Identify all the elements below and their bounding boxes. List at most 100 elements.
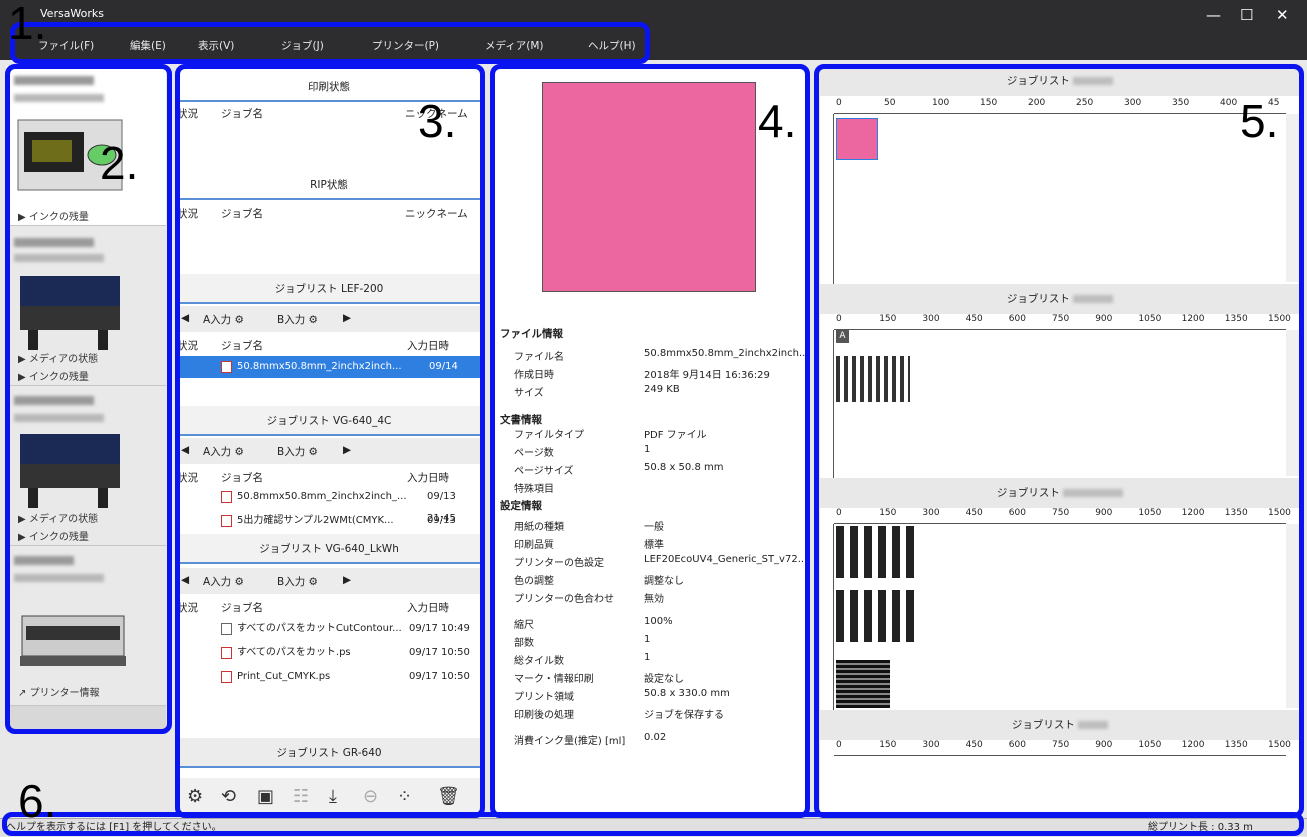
tab-left-arrow[interactable]: ◀: [181, 312, 189, 324]
col-status: 状況: [177, 340, 198, 352]
info-value: 1: [644, 634, 651, 645]
scrollbar[interactable]: [1286, 524, 1300, 708]
tab-b-input[interactable]: B入力 ⚙: [277, 312, 318, 327]
job-date: 09/17 10:49: [409, 623, 470, 634]
layout-thumbnail[interactable]: [836, 356, 910, 402]
media-status-link[interactable]: ▶ メディアの状態: [18, 510, 98, 525]
table-row[interactable]: 50.8mmx50.8mm_2inchx2inch_... 09/13 21:4…: [177, 486, 481, 524]
joblist-title: ジョブリスト GR-640: [276, 747, 382, 759]
printer-card[interactable]: ↗ プリンター情報: [6, 546, 166, 706]
layout-header[interactable]: ジョブリスト: [820, 478, 1300, 508]
ruler-tick-label: 900: [1095, 740, 1113, 750]
printer-status-blurred: [14, 94, 104, 102]
job-name: 50.8mmx50.8mm_2inchx2inch...: [237, 361, 402, 372]
table-row[interactable]: Print_Cut_CMYK.ps 09/17 10:50: [177, 666, 481, 688]
queue-tabs: ◀ A入力 ⚙ B入力 ⚙ ▶: [177, 568, 481, 594]
layout-header[interactable]: ジョブリスト: [820, 284, 1300, 314]
menu-edit[interactable]: 編集(E): [130, 38, 166, 53]
printer-card[interactable]: ▶ メディアの状態 ▶ インクの残量: [6, 226, 166, 386]
printer-status-blurred: [14, 574, 104, 582]
settings-icon[interactable]: ⚙: [187, 786, 203, 807]
info-label: ファイルタイプ: [514, 430, 584, 441]
tab-b-input[interactable]: B入力 ⚙: [277, 444, 318, 459]
job-thumbnail: [542, 82, 756, 292]
close-button[interactable]: ✕: [1276, 6, 1289, 24]
annotation-label-2: 2.: [100, 137, 139, 189]
printer-info-link[interactable]: ↗ プリンター情報: [18, 684, 100, 699]
info-value: 50.8mmx50.8mm_2inchx2inch...: [644, 348, 809, 359]
joblist-header[interactable]: ジョブリスト GR-640: [177, 738, 481, 768]
horizontal-ruler: 0 150 300 450 600 750 900 1050 1200 1350 1500: [834, 508, 1291, 524]
tab-a-input[interactable]: A入力 ⚙: [203, 574, 244, 589]
nest-icon[interactable]: ☷: [293, 786, 309, 807]
tab-right-arrow[interactable]: ▶: [343, 444, 351, 456]
layout-thumbnail[interactable]: [836, 118, 878, 160]
maximize-button[interactable]: ☐: [1240, 6, 1253, 24]
section-doc-info: 文書情報: [500, 414, 542, 426]
print-icon[interactable]: ▣: [257, 786, 274, 807]
ink-level-link[interactable]: ▶ インクの残量: [18, 368, 89, 383]
tab-a-input[interactable]: A入力 ⚙: [203, 312, 244, 327]
col-job: ジョブ名: [221, 208, 263, 220]
col-status: 状況: [177, 108, 198, 120]
scrollbar[interactable]: [1286, 114, 1300, 282]
media-status-link[interactable]: ▶ メディアの状態: [18, 350, 98, 365]
layout-thumbnail[interactable]: [836, 660, 890, 708]
menu-view[interactable]: 表示(V): [198, 38, 234, 53]
refresh-icon[interactable]: ⟲: [221, 786, 236, 807]
joblist-header[interactable]: ジョブリスト LEF-200: [177, 274, 481, 304]
info-value: 一般: [644, 522, 664, 533]
table-row[interactable]: 5出力確認サンプル2WMt(CMYK... 09/13 23:00: [177, 510, 481, 548]
layout-thumbnail[interactable]: [836, 526, 916, 578]
tab-right-arrow[interactable]: ▶: [343, 574, 351, 586]
joblist-title: ジョブリスト VG-640_LkWh: [259, 543, 399, 555]
pdf-file-icon: [221, 515, 232, 527]
stop-icon[interactable]: ⊖: [363, 786, 378, 807]
menu-media[interactable]: メディア(M): [485, 38, 544, 53]
printer-card[interactable]: ▶ インクの残量: [6, 66, 166, 226]
col-nickname: ニックネーム: [405, 208, 468, 220]
tab-left-arrow[interactable]: ◀: [181, 574, 189, 586]
info-label: 消費インク量(推定) [ml]: [514, 736, 626, 747]
table-row[interactable]: すべてのパスをカットCutContour... 09/17 10:49: [177, 618, 481, 640]
menu-printer[interactable]: プリンター(P): [372, 38, 439, 53]
trash-icon[interactable]: 🗑: [437, 786, 460, 807]
printer-name-blurred: [14, 238, 94, 247]
download-icon[interactable]: ⤓: [329, 786, 337, 807]
layout-thumbnail[interactable]: [836, 590, 916, 642]
ruler-tick-label: 1500: [1268, 314, 1291, 324]
col-status: 状況: [177, 208, 198, 220]
ruler-tick-label: 1350: [1224, 314, 1248, 324]
tab-right-arrow[interactable]: ▶: [343, 312, 351, 324]
menu-job[interactable]: ジョブ(J): [281, 38, 324, 53]
tab-label: A入力: [203, 446, 232, 458]
annotation-label-3: 3.: [418, 95, 457, 147]
tab-b-input[interactable]: B入力 ⚙: [277, 574, 318, 589]
layout-header[interactable]: ジョブリスト: [820, 66, 1300, 96]
ruler-tick-label: 0: [836, 740, 842, 750]
ink-level-link[interactable]: ▶ インクの残量: [18, 208, 89, 223]
tab-a-input[interactable]: A入力 ⚙: [203, 444, 244, 459]
info-value: 0.02: [644, 732, 667, 743]
info-label: ページ数: [514, 448, 554, 459]
menu-help[interactable]: ヘルプ(H): [588, 38, 636, 53]
printer-panel: ▶ インクの残量 ▶ メディアの状態 ▶ インクの残量 ▶ メディアの状態 ▶ …: [6, 66, 166, 732]
printer-card[interactable]: ▶ メディアの状態 ▶ インクの残量: [6, 386, 166, 546]
menu-file[interactable]: ファイル(F): [38, 38, 94, 53]
tab-left-arrow[interactable]: ◀: [181, 444, 189, 456]
loading-icon[interactable]: ⁘: [397, 786, 412, 807]
joblist-header[interactable]: ジョブリスト VG-640_LkWh: [177, 534, 481, 564]
ruler-tick-label: 300: [922, 314, 940, 324]
scrollbar[interactable]: [1286, 330, 1300, 476]
minimize-button[interactable]: —: [1206, 6, 1221, 24]
ruler-tick-label: 350: [1172, 98, 1190, 108]
table-row[interactable]: すべてのパスをカット.ps 09/17 10:50: [177, 642, 481, 664]
ruler-tick-label: 1050: [1138, 740, 1162, 750]
layout-header[interactable]: ジョブリスト: [820, 710, 1300, 740]
ruler-tick-label: 750: [1052, 314, 1070, 324]
table-row[interactable]: 50.8mmx50.8mm_2inchx2inch... 09/14 16:36: [177, 356, 481, 394]
info-label: プリンターの色設定: [514, 558, 604, 569]
joblist-header[interactable]: ジョブリスト VG-640_4C: [177, 406, 481, 436]
ink-level-link[interactable]: ▶ インクの残量: [18, 528, 89, 543]
ruler-tick-label: 1050: [1138, 508, 1162, 518]
